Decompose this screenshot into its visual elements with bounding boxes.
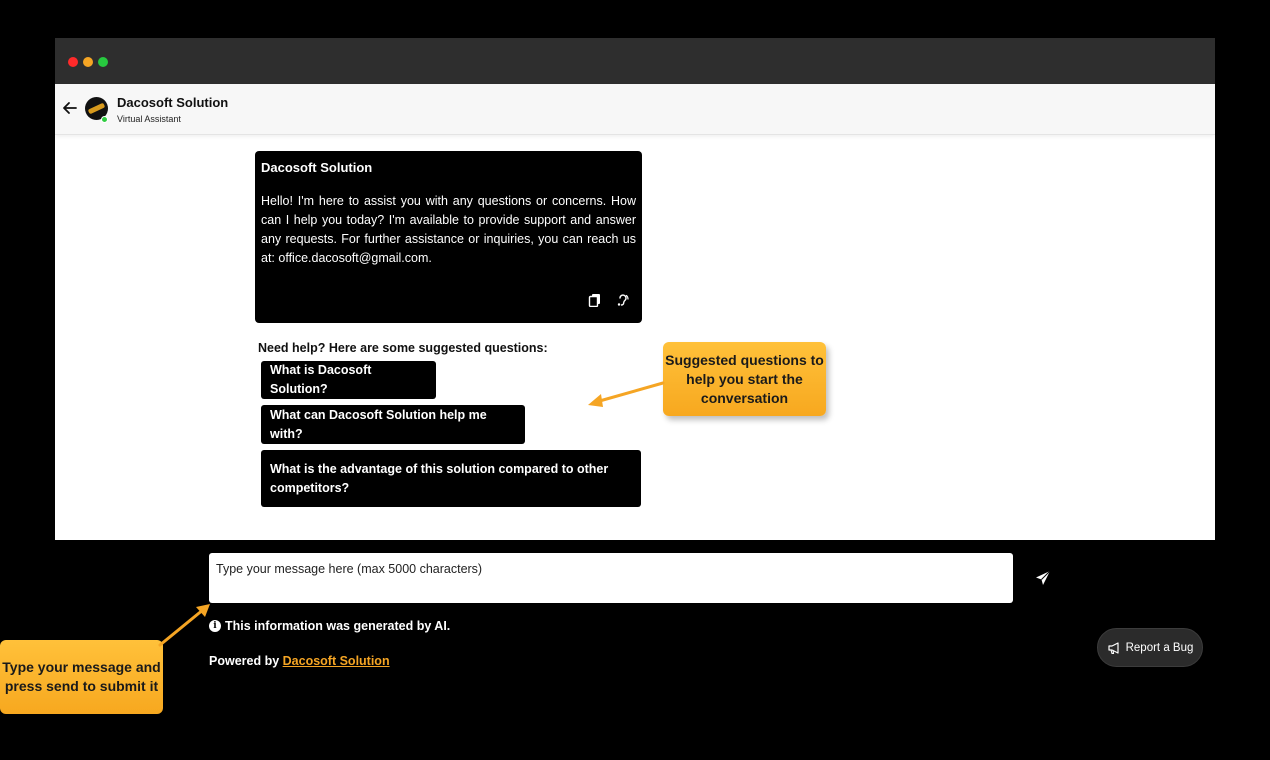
- powered-by: Powered by Dacosoft Solution: [209, 654, 390, 668]
- maximize-window-button[interactable]: [98, 57, 108, 67]
- suggested-question-button[interactable]: What can Dacosoft Solution help me with?: [261, 405, 525, 444]
- message-sender: Dacosoft Solution: [261, 160, 373, 175]
- send-icon[interactable]: [1034, 569, 1052, 587]
- assistant-role: Virtual Assistant: [117, 114, 181, 124]
- ai-disclaimer-text: This information was generated by AI.: [225, 619, 451, 633]
- suggested-question-button[interactable]: What is the advantage of this solution c…: [261, 450, 641, 507]
- chat-window: Dacosoft Solution Virtual Assistant Daco…: [55, 38, 1215, 540]
- speaker-icon[interactable]: [616, 293, 630, 307]
- message-text: Hello! I'm here to assist you with any q…: [261, 194, 636, 265]
- report-bug-label: Report a Bug: [1125, 641, 1194, 654]
- megaphone-icon: [1108, 641, 1119, 654]
- callout-suggested-questions: Suggested questions to help you start th…: [663, 342, 826, 416]
- arrow-left-icon[interactable]: [62, 100, 78, 116]
- chat-header: Dacosoft Solution Virtual Assistant: [55, 84, 1215, 135]
- assistant-name: Dacosoft Solution: [117, 95, 229, 110]
- callout-composer: Type your message and press send to subm…: [0, 640, 163, 714]
- suggested-questions-heading: Need help? Here are some suggested quest…: [258, 341, 548, 355]
- message-input[interactable]: [209, 553, 1013, 603]
- suggested-question-button[interactable]: What is Dacosoft Solution?: [261, 361, 436, 399]
- close-window-button[interactable]: [68, 57, 78, 67]
- powered-by-prefix: Powered by: [209, 654, 283, 668]
- copy-icon[interactable]: [588, 293, 602, 308]
- powered-by-link[interactable]: Dacosoft Solution: [283, 654, 390, 668]
- info-icon: i: [209, 620, 221, 632]
- minimize-window-button[interactable]: [83, 57, 93, 67]
- assistant-message-bubble: Dacosoft Solution Hello! I'm here to ass…: [255, 151, 642, 323]
- ai-disclaimer: i This information was generated by AI.: [209, 619, 450, 633]
- message-actions: [588, 293, 630, 308]
- report-bug-button[interactable]: Report a Bug: [1097, 628, 1203, 667]
- online-status-indicator: [101, 116, 108, 123]
- window-titlebar: [55, 38, 1215, 84]
